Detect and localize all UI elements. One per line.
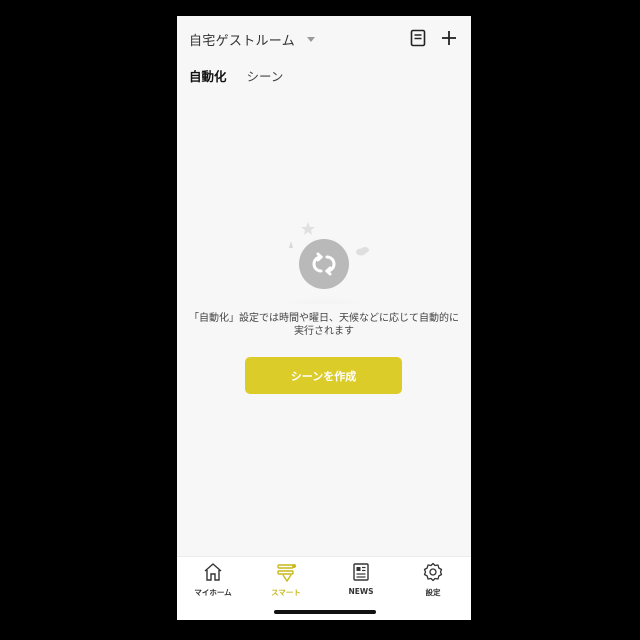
nav-label: スマート	[271, 588, 301, 597]
nav-news[interactable]: NEWS	[326, 561, 396, 601]
document-icon	[410, 29, 426, 47]
nav-label: 設定	[425, 588, 441, 597]
plus-icon	[442, 31, 456, 45]
empty-state-illustration	[264, 214, 384, 332]
nav-label: マイホーム	[194, 588, 232, 597]
nav-settings[interactable]: 設定	[398, 561, 468, 601]
caret-down-icon	[307, 36, 316, 42]
smart-icon	[275, 561, 297, 583]
gear-icon	[422, 561, 444, 583]
app-screen: 自宅ゲストルーム 自動化 シーン 「自動化」設定では時間や曜日、天候などに応じて…	[177, 16, 471, 620]
add-button[interactable]	[439, 28, 459, 48]
nav-smart[interactable]: スマート	[251, 561, 321, 601]
document-button[interactable]	[408, 28, 428, 48]
home-icon	[202, 561, 224, 583]
empty-state-line-2: 実行されます	[294, 326, 354, 337]
home-name: 自宅ゲストルーム	[189, 33, 296, 49]
nav-label: NEWS	[348, 587, 374, 596]
bottom-navigation: マイホーム スマート NEWS 設定	[177, 556, 471, 620]
news-icon	[350, 561, 372, 583]
tab-bar: 自動化 シーン	[189, 66, 283, 85]
tab-scene[interactable]: シーン	[247, 66, 284, 85]
home-indicator	[274, 610, 376, 614]
top-bar: 自宅ゲストルーム	[177, 16, 471, 60]
nav-my-home[interactable]: マイホーム	[178, 561, 248, 601]
home-selector[interactable]: 自宅ゲストルーム	[189, 29, 316, 49]
empty-state-message: 「自動化」設定では時間や曜日、天候などに応じて自動的に 実行されます	[177, 312, 471, 338]
create-scene-button[interactable]: シーンを作成	[245, 357, 402, 394]
tab-automation[interactable]: 自動化	[189, 66, 227, 85]
empty-state-line-1: 「自動化」設定では時間や曜日、天候などに応じて自動的に	[189, 313, 459, 324]
